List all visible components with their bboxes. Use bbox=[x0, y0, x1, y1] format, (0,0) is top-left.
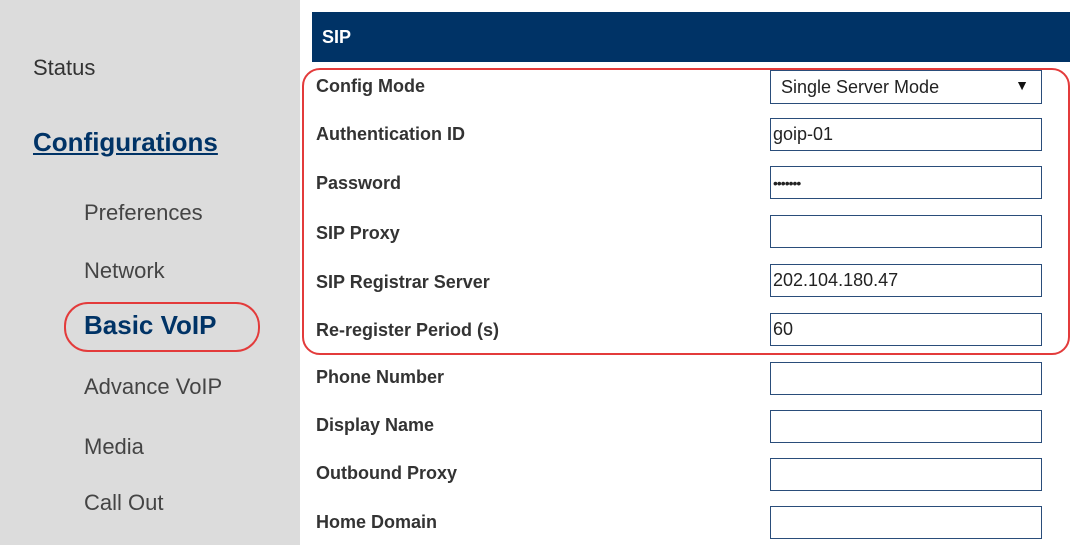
display-name-field[interactable] bbox=[770, 410, 1042, 443]
phone-number-field[interactable] bbox=[770, 362, 1042, 395]
reregister-label: Re-register Period (s) bbox=[316, 320, 500, 340]
sidebar-item-configurations[interactable]: Configurations bbox=[33, 127, 218, 158]
highlight-annotation bbox=[302, 68, 1070, 355]
sidebar-item-status[interactable]: Status bbox=[33, 55, 95, 81]
auth-id-field[interactable] bbox=[770, 118, 1042, 151]
display-name-label: Display Name bbox=[316, 415, 435, 435]
section-header: SIP bbox=[312, 12, 1070, 62]
config-mode-select[interactable]: Single Server Mode ▼ bbox=[770, 70, 1042, 104]
sip-proxy-field[interactable] bbox=[770, 215, 1042, 248]
dropdown-arrow-icon: ▼ bbox=[1015, 77, 1029, 93]
sidebar-item-media[interactable]: Media bbox=[84, 434, 144, 460]
home-domain-field[interactable] bbox=[770, 506, 1042, 539]
password-label: Password bbox=[316, 173, 402, 193]
outbound-proxy-field[interactable] bbox=[770, 458, 1042, 491]
sidebar-item-preferences[interactable]: Preferences bbox=[84, 200, 203, 226]
sidebar-nav: Status Configurations Preferences Networ… bbox=[0, 0, 300, 545]
config-mode-value: Single Server Mode bbox=[781, 76, 940, 97]
registrar-field[interactable] bbox=[770, 264, 1042, 297]
sidebar-item-advance-voip[interactable]: Advance VoIP bbox=[84, 374, 222, 400]
home-domain-label: Home Domain bbox=[316, 512, 438, 532]
section-title: SIP bbox=[322, 26, 352, 47]
password-field[interactable]: ••••••• bbox=[770, 166, 1042, 199]
reregister-field[interactable] bbox=[770, 313, 1042, 346]
phone-number-label: Phone Number bbox=[316, 367, 445, 387]
outbound-proxy-label: Outbound Proxy bbox=[316, 463, 457, 483]
sip-proxy-label: SIP Proxy bbox=[316, 223, 400, 243]
config-mode-label: Config Mode bbox=[316, 76, 425, 96]
sidebar-item-basic-voip[interactable]: Basic VoIP bbox=[84, 310, 216, 341]
sidebar-item-call-out[interactable]: Call Out bbox=[84, 490, 163, 516]
auth-id-label: Authentication ID bbox=[316, 124, 465, 144]
registrar-label: SIP Registrar Server bbox=[316, 272, 490, 292]
sidebar-item-network[interactable]: Network bbox=[84, 258, 165, 284]
